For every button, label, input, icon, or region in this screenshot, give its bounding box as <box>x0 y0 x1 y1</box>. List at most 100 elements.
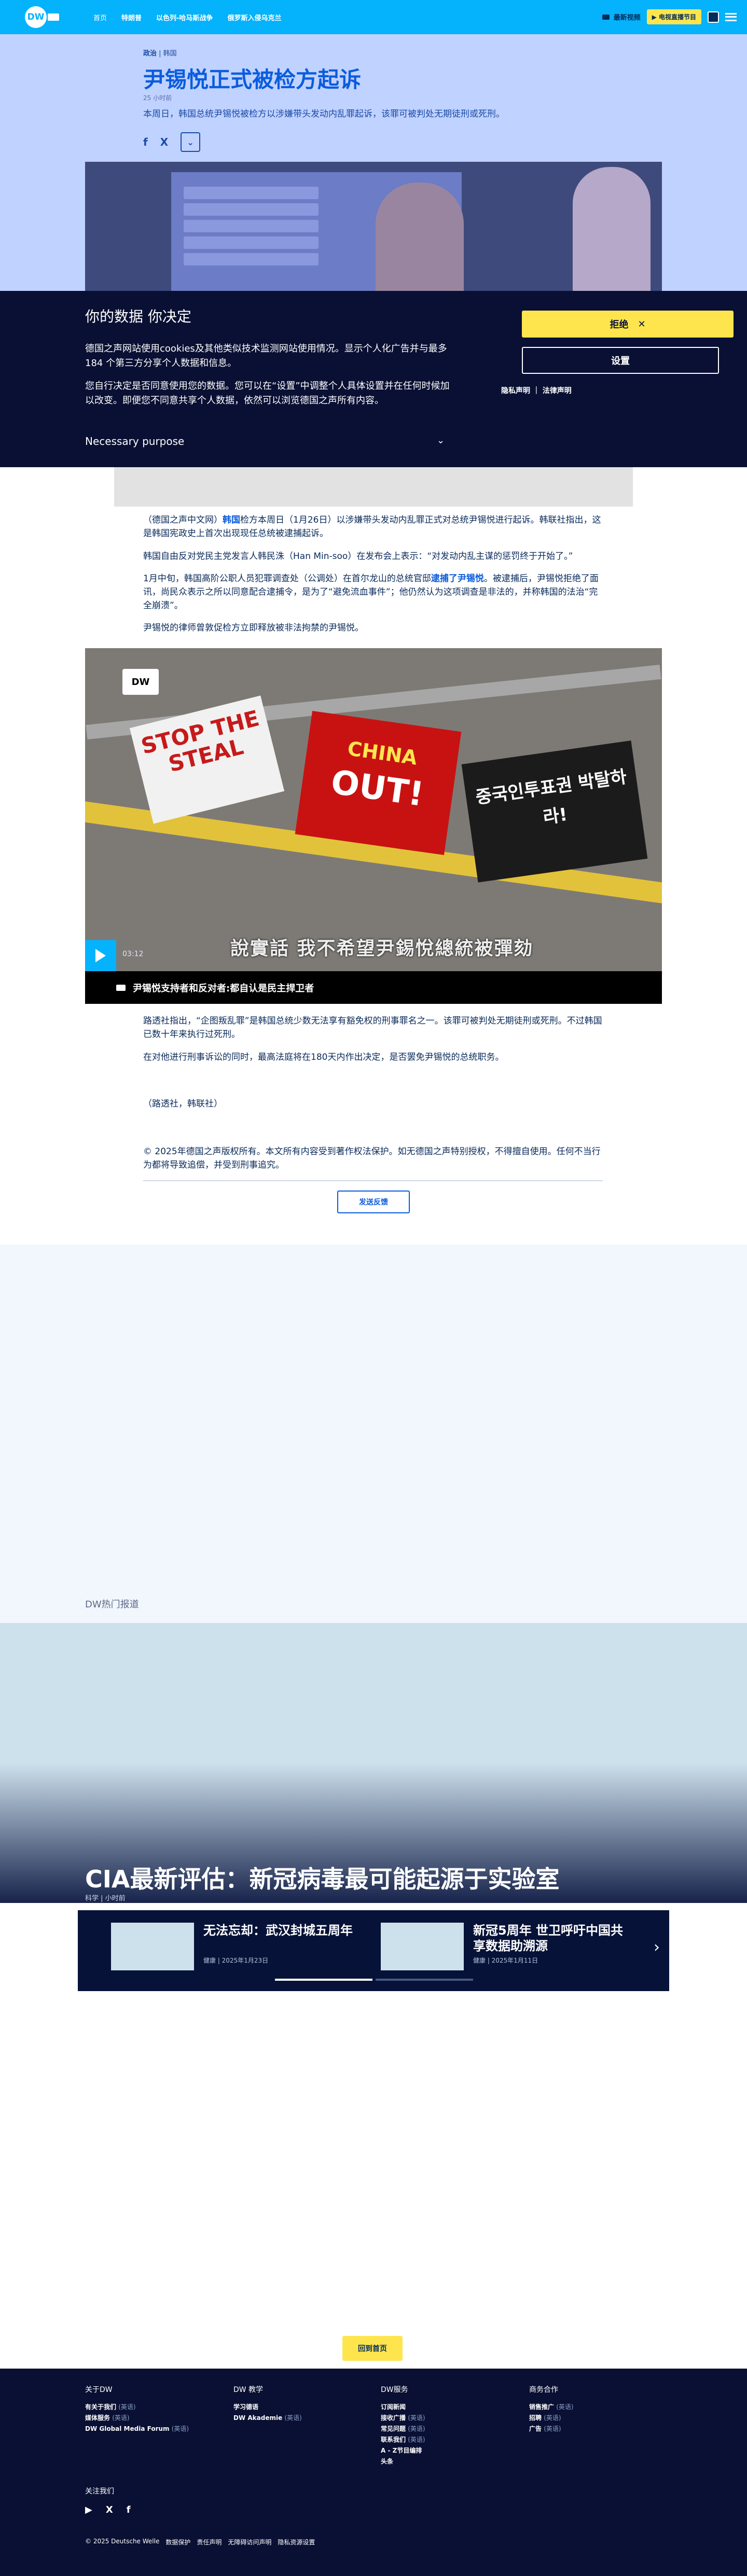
breadcrumb-subsection[interactable]: 韩国 <box>163 50 177 58</box>
divider <box>143 1180 603 1181</box>
video-duration: 03:12 <box>122 950 144 958</box>
paragraph-4: 尹锡悦的律师曾敦促检方立即释放被非法拘禁的尹锡悦。 <box>143 623 364 633</box>
footer-bottom-link[interactable]: 隐私资源设置 <box>278 2538 315 2546</box>
latest-video-link[interactable]: 最新视频 <box>602 12 641 22</box>
footer-col-title: 关于DW <box>85 2386 113 2394</box>
footer-link[interactable]: 头条 <box>381 2456 516 2467</box>
latest-video-label: 最新视频 <box>613 14 641 22</box>
video-player[interactable]: STOP THE STEAL CHINA OUT! 중국인투표권 박탈하라! D… <box>85 648 662 1004</box>
back-to-top-button[interactable]: 回到首页 <box>342 2336 403 2361</box>
footer-link[interactable]: 广告 (英语) <box>529 2424 664 2434</box>
cookie-banner: 你的数据 你决定 德国之声网站使用cookies及其他类似技术监测网站使用情况。… <box>0 291 747 467</box>
paragraph-2: 韩国自由反对党民主党发言人韩民洙（Han Min-soo）在发布会上表示：“对发… <box>143 551 573 562</box>
necessary-purpose-toggle[interactable]: Necessary purpose <box>85 435 184 447</box>
chevron-down-icon[interactable]: ⌄ <box>437 435 445 446</box>
card-meta: 健康 | 2025年1月23日 <box>203 1957 269 1964</box>
video-subtitle: 說實話 我不希望尹錫悅總統被彈劾 <box>230 938 534 959</box>
card-image <box>381 1923 464 1970</box>
close-icon: ✕ <box>638 318 646 330</box>
paragraph-3: 1月中旬，韩国高阶公职人员犯罪调查处（公调处）在首尔龙山的总统官邸逮捕了尹锡悦。… <box>143 572 603 612</box>
footer-link[interactable]: DW Akademie (英语) <box>233 2413 368 2424</box>
carousel-card[interactable]: 新冠5周年 世卫呼吁中国共享数据助溯源 健康 | 2025年1月11日 <box>381 1923 630 1980</box>
live-tv-button[interactable]: ▶ 电视直播节目 <box>646 9 701 24</box>
footer-bottom-link[interactable]: 无障碍访问声明 <box>228 2538 271 2546</box>
card-meta: 健康 | 2025年1月11日 <box>473 1957 538 1964</box>
card-image <box>111 1923 194 1970</box>
settings-button[interactable]: 设置 <box>522 347 719 374</box>
page-title: 尹锡悦正式被检方起诉 <box>143 67 362 92</box>
sign-china-out: CHINA OUT! <box>295 710 462 856</box>
carousel-progress <box>275 1979 473 1981</box>
video-icon <box>116 984 126 991</box>
copyright-note: © 2025年德国之声版权所有。本文所有内容受到著作权法保护。如无德国之声特别授… <box>143 1146 601 1170</box>
cookie-title: 你的数据 你决定 <box>85 308 191 325</box>
copyright-label: © 2025 Deutsche Welle <box>85 2538 160 2545</box>
article-date: 25 小时前 <box>143 94 172 102</box>
footer-col-title: DW服务 <box>381 2386 408 2394</box>
footer-link[interactable]: DW Global Media Forum (英语) <box>85 2424 220 2434</box>
portrait-shape <box>376 183 464 291</box>
dw-logo[interactable]: DW <box>25 6 60 28</box>
footer-link[interactable]: 常见问题 (英语) <box>381 2424 516 2434</box>
cookie-text-1: 德国之声网站使用cookies及其他类似技术监测网站使用情况。显示个人化广告并与… <box>85 343 447 369</box>
header-actions: 最新视频 ▶ 电视直播节目 <box>602 9 737 24</box>
footer-link[interactable]: 订阅新闻 <box>381 2402 516 2413</box>
image-placeholder <box>114 467 633 507</box>
arrest-link[interactable]: 逮捕了尹锡悦 <box>431 573 484 584</box>
sign-korean: 중국인투표권 박탈하라! <box>461 740 648 883</box>
screen-tags <box>184 183 360 270</box>
play-button[interactable] <box>85 940 116 971</box>
paragraph-5: 路透社指出，“企图叛乱罪”是韩国总统少数无法享有豁免权的刑事罪名之一。该罪可被判… <box>143 1016 602 1040</box>
story-carousel: 无法忘却：武汉封城五周年 健康 | 2025年1月23日 新冠5周年 世卫呼吁中… <box>78 1910 669 1991</box>
footer-col-title: DW 教学 <box>233 2386 264 2394</box>
footer: 关于DW 有关于我们 (英语) 媒体服务 (英语) DW Global Medi… <box>0 2369 747 2576</box>
x-icon[interactable]: X <box>106 2504 113 2515</box>
cookie-text-2: 您自行决定是否同意使用您的数据。您可以在“设置”中调整个人具体设置并在任何时候加… <box>85 381 450 406</box>
video-caption-text: 尹锡悦支持者和反对者:都自认是民主捍卫者 <box>133 983 314 994</box>
footer-bottom-link[interactable]: 责任声明 <box>197 2538 222 2546</box>
nav-home[interactable]: 首页 <box>93 12 107 22</box>
paragraph-6: 在对他进行刑事诉讼的同时，最高法庭将在180天内作出决定，是否罢免尹锡悦的总统职… <box>143 1052 504 1062</box>
x-icon[interactable]: X <box>160 136 168 148</box>
play-icon <box>95 949 106 962</box>
nav-israel-hamas[interactable]: 以色列-哈马斯战争 <box>156 12 213 22</box>
menu-icon[interactable] <box>725 12 737 21</box>
nav-ukraine[interactable]: 俄罗斯入侵乌克兰 <box>227 12 281 22</box>
share-more-icon[interactable]: ⌄ <box>181 132 201 152</box>
feature-title[interactable]: CIA最新评估：新冠病毒最可能起源于实验室 <box>85 1860 559 1895</box>
footer-link[interactable]: 媒体服务 (英语) <box>85 2413 220 2424</box>
footer-bottom-link[interactable]: 数据保护 <box>165 2538 190 2546</box>
facebook-icon[interactable]: f <box>143 136 148 148</box>
source-note: （路透社，韩联社） <box>143 1099 223 1109</box>
footer-link[interactable]: 招聘 (英语) <box>529 2413 664 2424</box>
main-nav: 首页 特朗普 以色列-哈马斯战争 俄罗斯入侵乌克兰 <box>93 12 281 22</box>
p3-text: 1月中旬，韩国高阶公职人员犯罪调查处（公调处）在首尔龙山的总统官邸 <box>143 573 431 584</box>
privacy-legal-links[interactable]: 隐私声明 ｜ 法律声明 <box>501 385 572 396</box>
card-title: 新冠5周年 世卫呼吁中国共享数据助溯源 <box>473 1923 624 1953</box>
breadcrumb-section[interactable]: 政治 <box>143 50 157 58</box>
nav-trump[interactable]: 特朗普 <box>121 12 142 22</box>
footer-link[interactable]: 接收广播 (英语) <box>381 2413 516 2424</box>
youtube-icon[interactable]: ▶ <box>85 2504 92 2515</box>
footer-col-services: DW服务 订阅新闻 接收广播 (英语) 常见问题 (英语) 联系我们 (英语) … <box>381 2384 516 2467</box>
share-bar: f X ⌄ <box>143 132 201 152</box>
chevron-right-icon[interactable]: › <box>654 1938 660 1956</box>
breadcrumb: 政治 | 韩国 <box>143 50 177 58</box>
follow-us-label: 关注我们 <box>85 2487 114 2496</box>
person-shape <box>573 167 651 291</box>
carousel-card[interactable]: 无法忘却：武汉封城五周年 健康 | 2025年1月23日 <box>111 1923 360 1980</box>
footer-link[interactable]: 有关于我们 (英语) <box>85 2402 220 2413</box>
footer-link[interactable]: 学习德语 <box>233 2402 368 2413</box>
korea-link[interactable]: 韩国 <box>223 515 240 525</box>
reject-button[interactable]: 拒绝 ✕ <box>522 311 734 338</box>
language-icon[interactable] <box>708 11 719 23</box>
article-lead: 本周日，韩国总统尹锡悦被检方以涉嫌带头发动内乱罪起诉，该罪可被判处无期徒刑或死刑… <box>143 109 505 119</box>
footer-link[interactable]: 联系我们 (英语) <box>381 2434 516 2445</box>
video-icon <box>602 14 610 20</box>
feedback-button[interactable]: 发送反馈 <box>337 1191 410 1213</box>
footer-link[interactable]: 销售推广 (英语) <box>529 2402 664 2413</box>
facebook-icon[interactable]: f <box>127 2504 131 2515</box>
footer-link[interactable]: A - Z节目编排 <box>381 2445 516 2456</box>
footer-col-title: 商务合作 <box>529 2386 558 2394</box>
footer-col-learn: DW 教学 学习德语 DW Akademie (英语) <box>233 2384 368 2424</box>
